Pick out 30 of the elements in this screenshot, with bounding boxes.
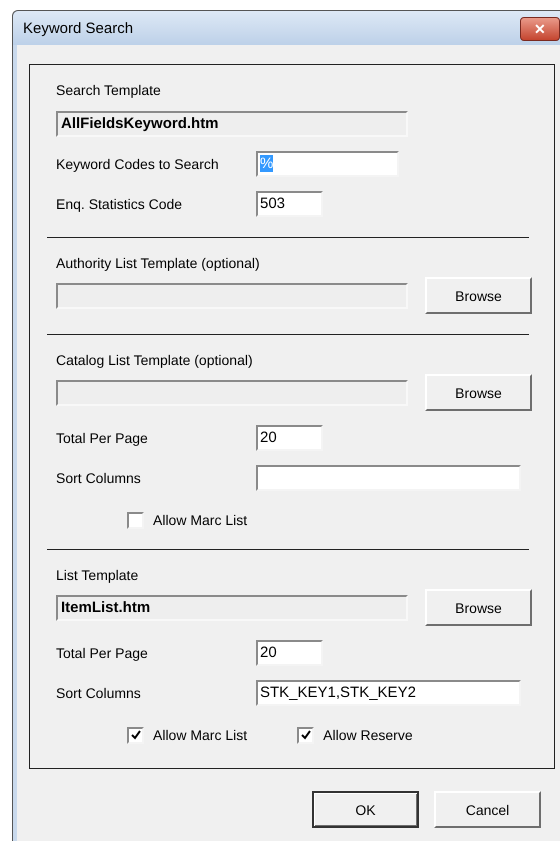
template-field[interactable] (56, 380, 408, 406)
browse-button[interactable]: Browse (425, 589, 532, 626)
input-field[interactable]: 503 (256, 191, 323, 217)
field-label: Keyword Codes to Search (56, 156, 220, 172)
section-label: Authority List Template (optional) (56, 255, 261, 271)
checkbox[interactable]: Allow Marc List (127, 512, 248, 528)
window-title: Keyword Search (23, 20, 134, 36)
section-label: List Template (56, 567, 140, 583)
check-icon (300, 729, 312, 741)
template-field[interactable]: AllFieldsKeyword.htm (56, 111, 408, 137)
check-icon (130, 729, 142, 741)
field-label: Total Per Page (56, 645, 149, 661)
checkbox[interactable]: Allow Marc List (127, 726, 248, 744)
input-field[interactable]: 20 (256, 640, 323, 666)
field-label: Enq. Statistics Code (56, 196, 184, 212)
checkbox[interactable]: Allow Reserve (297, 726, 413, 744)
field-label: Total Per Page (56, 430, 149, 446)
template-field[interactable]: ItemList.htm (56, 594, 408, 620)
input-field[interactable]: STK_KEY1,STK_KEY2 (256, 680, 521, 706)
field-label: Sort Columns (56, 470, 142, 486)
input-field[interactable]: 20 (256, 425, 323, 451)
dialog-button[interactable]: Cancel (434, 791, 541, 828)
browse-button[interactable]: Browse (425, 277, 532, 314)
field-label: Sort Columns (56, 685, 142, 701)
section-label: Search Template (56, 82, 162, 98)
browse-button[interactable]: Browse (425, 374, 532, 411)
input-field[interactable] (256, 465, 521, 491)
template-field[interactable] (56, 282, 408, 308)
dialog-button[interactable]: OK (312, 791, 419, 828)
section-label: Catalog List Template (optional) (56, 352, 254, 368)
